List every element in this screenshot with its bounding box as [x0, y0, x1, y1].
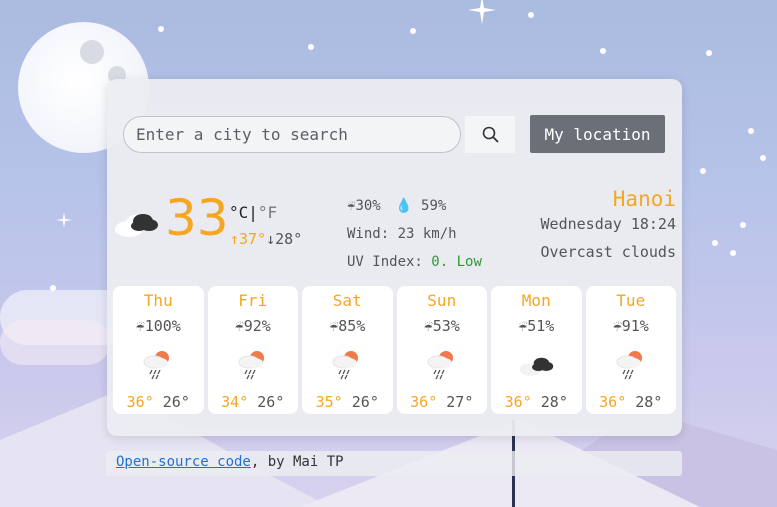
date-time: Wednesday 18:24: [540, 215, 676, 233]
search-icon: [482, 126, 499, 143]
low-temp: ↓28°: [266, 230, 303, 248]
rain-sun-icon: [332, 351, 358, 380]
forecast-day-name: Fri: [238, 291, 268, 310]
unit-separator: |: [248, 203, 258, 222]
rain-sun-icon: [238, 351, 264, 380]
wind-speed: Wind: 23 km/h: [347, 226, 457, 242]
umbrella-icon: ☔: [612, 317, 622, 335]
umbrella-icon: ☔: [329, 317, 339, 335]
unit-fahrenheit[interactable]: °F: [258, 203, 277, 222]
rain-sun-icon: [616, 351, 642, 380]
rain-sun-icon: [143, 351, 169, 380]
search-input[interactable]: [123, 116, 461, 153]
forecast-day-name: Sat: [332, 291, 362, 310]
forecast-rain: ☔85%: [329, 317, 366, 335]
source-code-link[interactable]: Open-source code: [116, 454, 251, 470]
forecast-day: Tue ☔91% 36° 28°: [585, 286, 676, 414]
weather-stats: ☔30% 💧 59% Wind: 23 km/h UV Index: 0. Lo…: [347, 192, 482, 276]
humidity-value: 59%: [421, 198, 447, 214]
forecast-rain: ☔51%: [518, 317, 555, 335]
uv-value: 0. Low: [431, 254, 482, 270]
my-location-button[interactable]: My location: [530, 115, 665, 153]
cloudy-icon: [115, 214, 158, 237]
forecast-rain: ☔91%: [612, 317, 649, 335]
umbrella-icon: ☔: [234, 317, 244, 335]
forecast-day: Mon ☔51% 36° 28°: [491, 286, 582, 414]
forecast-temps: 36° 27°: [410, 393, 474, 411]
umbrella-icon: ☔: [518, 317, 528, 335]
forecast-list: Thu ☔100% 36° 26° Fri ☔92% 34° 26° Sat ☔…: [113, 286, 676, 414]
forecast-day-name: Thu: [143, 291, 173, 310]
uv-label: UV Index:: [347, 254, 432, 270]
humidity-icon: 💧: [395, 198, 413, 214]
high-temp: ↑37°: [230, 230, 267, 248]
forecast-day: Fri ☔92% 34° 26°: [207, 286, 298, 414]
umbrella-icon: ☔: [423, 317, 433, 335]
rain-sun-icon: [427, 351, 453, 380]
search-button[interactable]: [465, 116, 515, 153]
uv-index: UV Index: 0. Low: [347, 248, 482, 276]
footer: Open-source code, by Mai TP: [106, 451, 682, 476]
forecast-day: Thu ☔100% 36° 26°: [113, 286, 204, 414]
forecast-temps: 36° 28°: [599, 393, 663, 411]
forecast-day-name: Sun: [427, 291, 457, 310]
unit-toggle[interactable]: °C|°F: [229, 203, 277, 222]
weather-card: My location 33 °C|°F ↑37°↓28° ☔30% 💧 59%…: [107, 79, 682, 436]
forecast-rain: ☔100%: [135, 317, 181, 335]
forecast-temps: 35° 26°: [315, 393, 379, 411]
forecast-day-name: Mon: [521, 291, 551, 310]
high-low-temps: ↑37°↓28°: [230, 230, 302, 248]
forecast-rain: ☔53%: [423, 317, 460, 335]
forecast-day: Sat ☔85% 35° 26°: [302, 286, 393, 414]
forecast-temps: 36° 28°: [504, 393, 568, 411]
footer-credit: , by Mai TP: [250, 454, 344, 470]
current-temperature: 33: [165, 189, 229, 247]
rain-chance: 30%: [355, 198, 381, 214]
unit-celsius[interactable]: °C: [229, 203, 248, 222]
cloudy-icon: [519, 357, 554, 376]
umbrella-icon: ☔: [135, 317, 145, 335]
forecast-rain: ☔92%: [234, 317, 271, 335]
city-name: Hanoi: [612, 187, 676, 211]
forecast-temps: 36° 26°: [126, 393, 190, 411]
forecast-day: Sun ☔53% 36° 27°: [396, 286, 487, 414]
forecast-temps: 34° 26°: [221, 393, 285, 411]
weather-description: Overcast clouds: [540, 243, 676, 261]
forecast-day-name: Tue: [616, 291, 646, 310]
